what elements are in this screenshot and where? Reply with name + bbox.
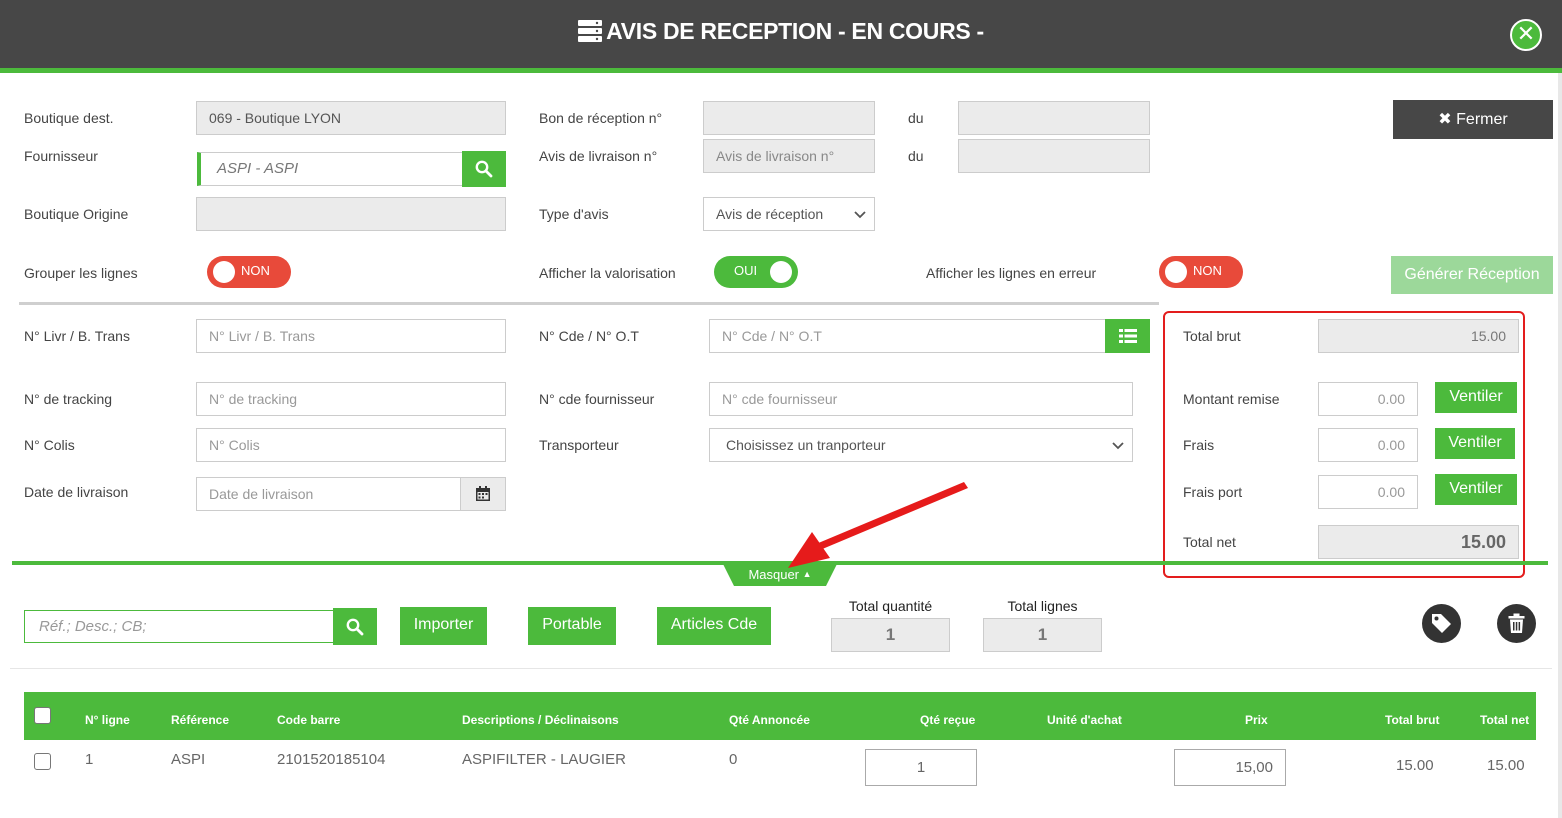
du-label-1: du [908, 110, 924, 126]
totals-highlight-box [1163, 311, 1525, 578]
grouper-lignes-label: Grouper les lignes [24, 265, 138, 281]
grouper-lignes-toggle[interactable]: NON [207, 256, 291, 288]
date-picker-button[interactable] [460, 477, 506, 511]
avis-livraison-field[interactable]: Avis de livraison n° [703, 139, 875, 173]
boutique-origine-field[interactable] [196, 197, 506, 231]
list-icon [1118, 329, 1137, 343]
col-qte-recue[interactable]: Qté reçue [920, 713, 975, 727]
toggle-knob [770, 261, 792, 283]
title-accent-line [0, 68, 1562, 73]
lines-table-header: N° ligne Référence Code barre Descriptio… [24, 692, 1536, 740]
date-livraison-label: Date de livraison [24, 484, 129, 500]
window-title: AVIS DE RECEPTION - EN COURS - [606, 18, 984, 44]
toolbar-divider [10, 668, 1552, 669]
row-checkbox[interactable] [34, 753, 51, 770]
colis-label: N° Colis [24, 437, 75, 453]
transporteur-select[interactable]: Choisissez un tranporteur [709, 428, 1133, 462]
generer-reception-button[interactable]: Générer Réception [1391, 256, 1553, 294]
cde-list-button[interactable] [1105, 319, 1150, 353]
times-circle-icon: ✕ [1516, 21, 1536, 46]
calendar-icon [476, 486, 490, 501]
row-total-net: 15.00 [1487, 757, 1525, 774]
row-description: ASPIFILTER - LAUGIER [462, 751, 626, 768]
valorisation-label: Afficher la valorisation [539, 265, 676, 281]
row-qte-recue-input[interactable]: 1 [865, 749, 977, 786]
times-icon: ✖ [1438, 111, 1452, 128]
fournisseur-field[interactable]: ASPI - ASPI [197, 152, 463, 186]
select-all-checkbox[interactable] [34, 707, 51, 724]
cde-ot-input[interactable]: N° Cde / N° O.T [709, 319, 1106, 353]
type-avis-select[interactable]: Avis de réception [703, 197, 875, 231]
importer-button[interactable]: Importer [400, 607, 487, 645]
du-date-field-1[interactable] [958, 101, 1150, 135]
col-total-net[interactable]: Total net [1480, 713, 1529, 727]
tag-icon [1432, 614, 1451, 633]
portable-button[interactable]: Portable [528, 607, 616, 645]
col-prix[interactable]: Prix [1245, 713, 1268, 727]
row-total-brut: 15.00 [1396, 757, 1434, 774]
row-prix-input[interactable]: 15,00 [1174, 749, 1286, 786]
chevron-down-icon [854, 211, 866, 219]
col-code-barre[interactable]: Code barre [277, 713, 340, 727]
articles-cde-button[interactable]: Articles Cde [657, 607, 771, 645]
tracking-input[interactable]: N° de tracking [196, 382, 506, 416]
window-titlebar: AVIS DE RECEPTION - EN COURS - ✕ [0, 0, 1562, 68]
colis-input[interactable]: N° Colis [196, 428, 506, 462]
trash-icon [1508, 613, 1525, 633]
section-divider [19, 302, 1159, 305]
delete-button[interactable] [1497, 604, 1536, 643]
lignes-erreur-label: Afficher les lignes en erreur [926, 265, 1097, 281]
col-total-brut[interactable]: Total brut [1385, 713, 1439, 727]
chevron-down-icon [1112, 442, 1124, 450]
lignes-erreur-toggle[interactable]: NON [1159, 256, 1243, 288]
col-descriptions[interactable]: Descriptions / Déclinaisons [462, 713, 619, 727]
annotation-arrow [788, 482, 968, 568]
fermer-button[interactable]: ✖ Fermer [1393, 100, 1553, 139]
close-window-button[interactable]: ✕ [1510, 19, 1542, 51]
row-code-barre: 2101520185104 [277, 751, 386, 768]
valorisation-toggle[interactable]: OUI [714, 256, 798, 288]
avis-livraison-label: Avis de livraison n° [539, 148, 658, 164]
server-icon [578, 20, 603, 48]
cde-fournisseur-label: N° cde fournisseur [539, 391, 655, 407]
fournisseur-search-button[interactable] [462, 151, 506, 187]
boutique-dest-label: Boutique dest. [24, 110, 114, 126]
livr-trans-label: N° Livr / B. Trans [24, 328, 130, 344]
article-search-button[interactable] [333, 608, 377, 645]
boutique-dest-field[interactable]: 069 - Boutique LYON [196, 101, 506, 135]
row-reference: ASPI [171, 751, 206, 768]
col-reference[interactable]: Référence [171, 713, 229, 727]
livr-trans-input[interactable]: N° Livr / B. Trans [196, 319, 506, 353]
search-icon [346, 618, 364, 636]
window-title-wrap: AVIS DE RECEPTION - EN COURS - [0, 18, 1562, 48]
total-quantite-label: Total quantité [848, 598, 933, 614]
cde-ot-label: N° Cde / N° O.T [539, 328, 639, 344]
boutique-origine-label: Boutique Origine [24, 206, 129, 222]
du-label-2: du [908, 148, 924, 164]
du-date-field-2[interactable] [958, 139, 1150, 173]
tracking-label: N° de tracking [24, 391, 113, 407]
toggle-knob [213, 261, 235, 283]
col-ligne[interactable]: N° ligne [85, 713, 130, 727]
total-lignes-field: 1 [983, 618, 1102, 652]
date-livraison-input[interactable]: Date de livraison [196, 477, 461, 511]
transporteur-label: Transporteur [539, 437, 619, 453]
fournisseur-label: Fournisseur [24, 148, 98, 164]
col-qte-annoncee[interactable]: Qté Annoncée [729, 713, 810, 727]
total-lignes-label: Total lignes [1007, 598, 1078, 614]
article-search-input[interactable]: Réf.; Desc.; CB; [24, 610, 334, 643]
toggle-knob [1165, 261, 1187, 283]
row-qte-annoncee: 0 [729, 751, 738, 768]
window-edge [1558, 73, 1562, 818]
bon-reception-field[interactable] [703, 101, 875, 135]
total-quantite-field: 1 [831, 618, 950, 652]
row-ligne: 1 [85, 751, 94, 768]
col-unite-achat[interactable]: Unité d'achat [1047, 713, 1122, 727]
bon-reception-label: Bon de réception n° [539, 110, 663, 126]
tag-button[interactable] [1422, 604, 1461, 643]
type-avis-label: Type d'avis [539, 206, 609, 222]
search-icon [475, 160, 493, 178]
cde-fournisseur-input[interactable]: N° cde fournisseur [709, 382, 1133, 416]
